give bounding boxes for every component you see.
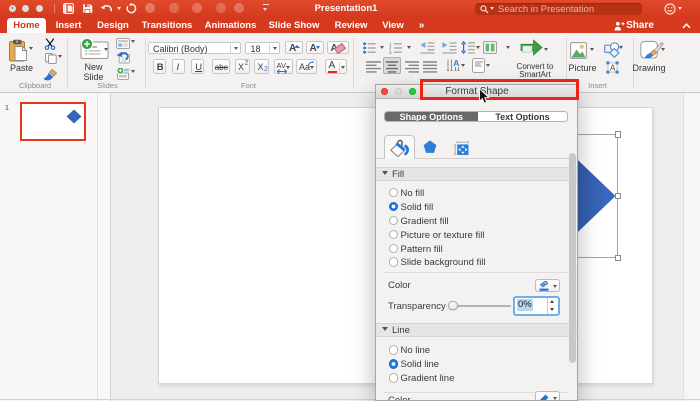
svg-text:A: A xyxy=(610,63,616,72)
svg-text:A: A xyxy=(453,59,459,68)
svg-text:3: 3 xyxy=(389,49,392,53)
